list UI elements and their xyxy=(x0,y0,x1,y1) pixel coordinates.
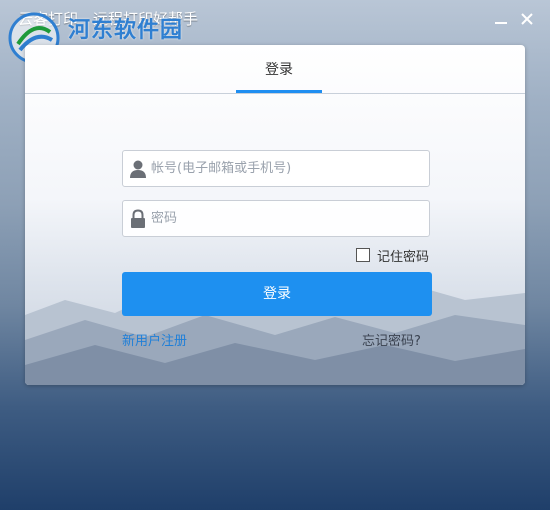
user-icon xyxy=(130,160,146,178)
username-input[interactable] xyxy=(151,151,425,186)
checkbox-box[interactable] xyxy=(356,248,370,262)
password-field[interactable] xyxy=(122,200,430,237)
remember-password-checkbox[interactable]: 记住密码 xyxy=(356,246,430,265)
login-panel: 登录 记住密码 登录 新用户注册 忘记密码? xyxy=(25,45,525,385)
tab-login[interactable]: 登录 xyxy=(236,45,322,93)
password-input[interactable] xyxy=(151,201,425,236)
username-field[interactable] xyxy=(122,150,430,187)
tab-strip: 登录 xyxy=(25,45,525,94)
minimize-icon xyxy=(495,14,507,24)
close-icon xyxy=(521,13,533,25)
minimize-button[interactable] xyxy=(490,8,512,30)
close-button[interactable] xyxy=(516,8,538,30)
window-title: 云客打印 - 远程打印好帮手 xyxy=(18,10,198,28)
login-button[interactable]: 登录 xyxy=(122,272,432,316)
register-link[interactable]: 新用户注册 xyxy=(122,330,187,349)
tab-active-indicator xyxy=(236,90,322,93)
lock-icon xyxy=(131,209,145,228)
title-bar[interactable]: 云客打印 - 远程打印好帮手 xyxy=(0,0,550,40)
forgot-password-link[interactable]: 忘记密码? xyxy=(362,330,421,349)
remember-password-label: 记住密码 xyxy=(377,249,430,265)
app-window: 云客打印 - 远程打印好帮手 河东软件园 www.pc0359.cn 登录 xyxy=(0,0,550,510)
